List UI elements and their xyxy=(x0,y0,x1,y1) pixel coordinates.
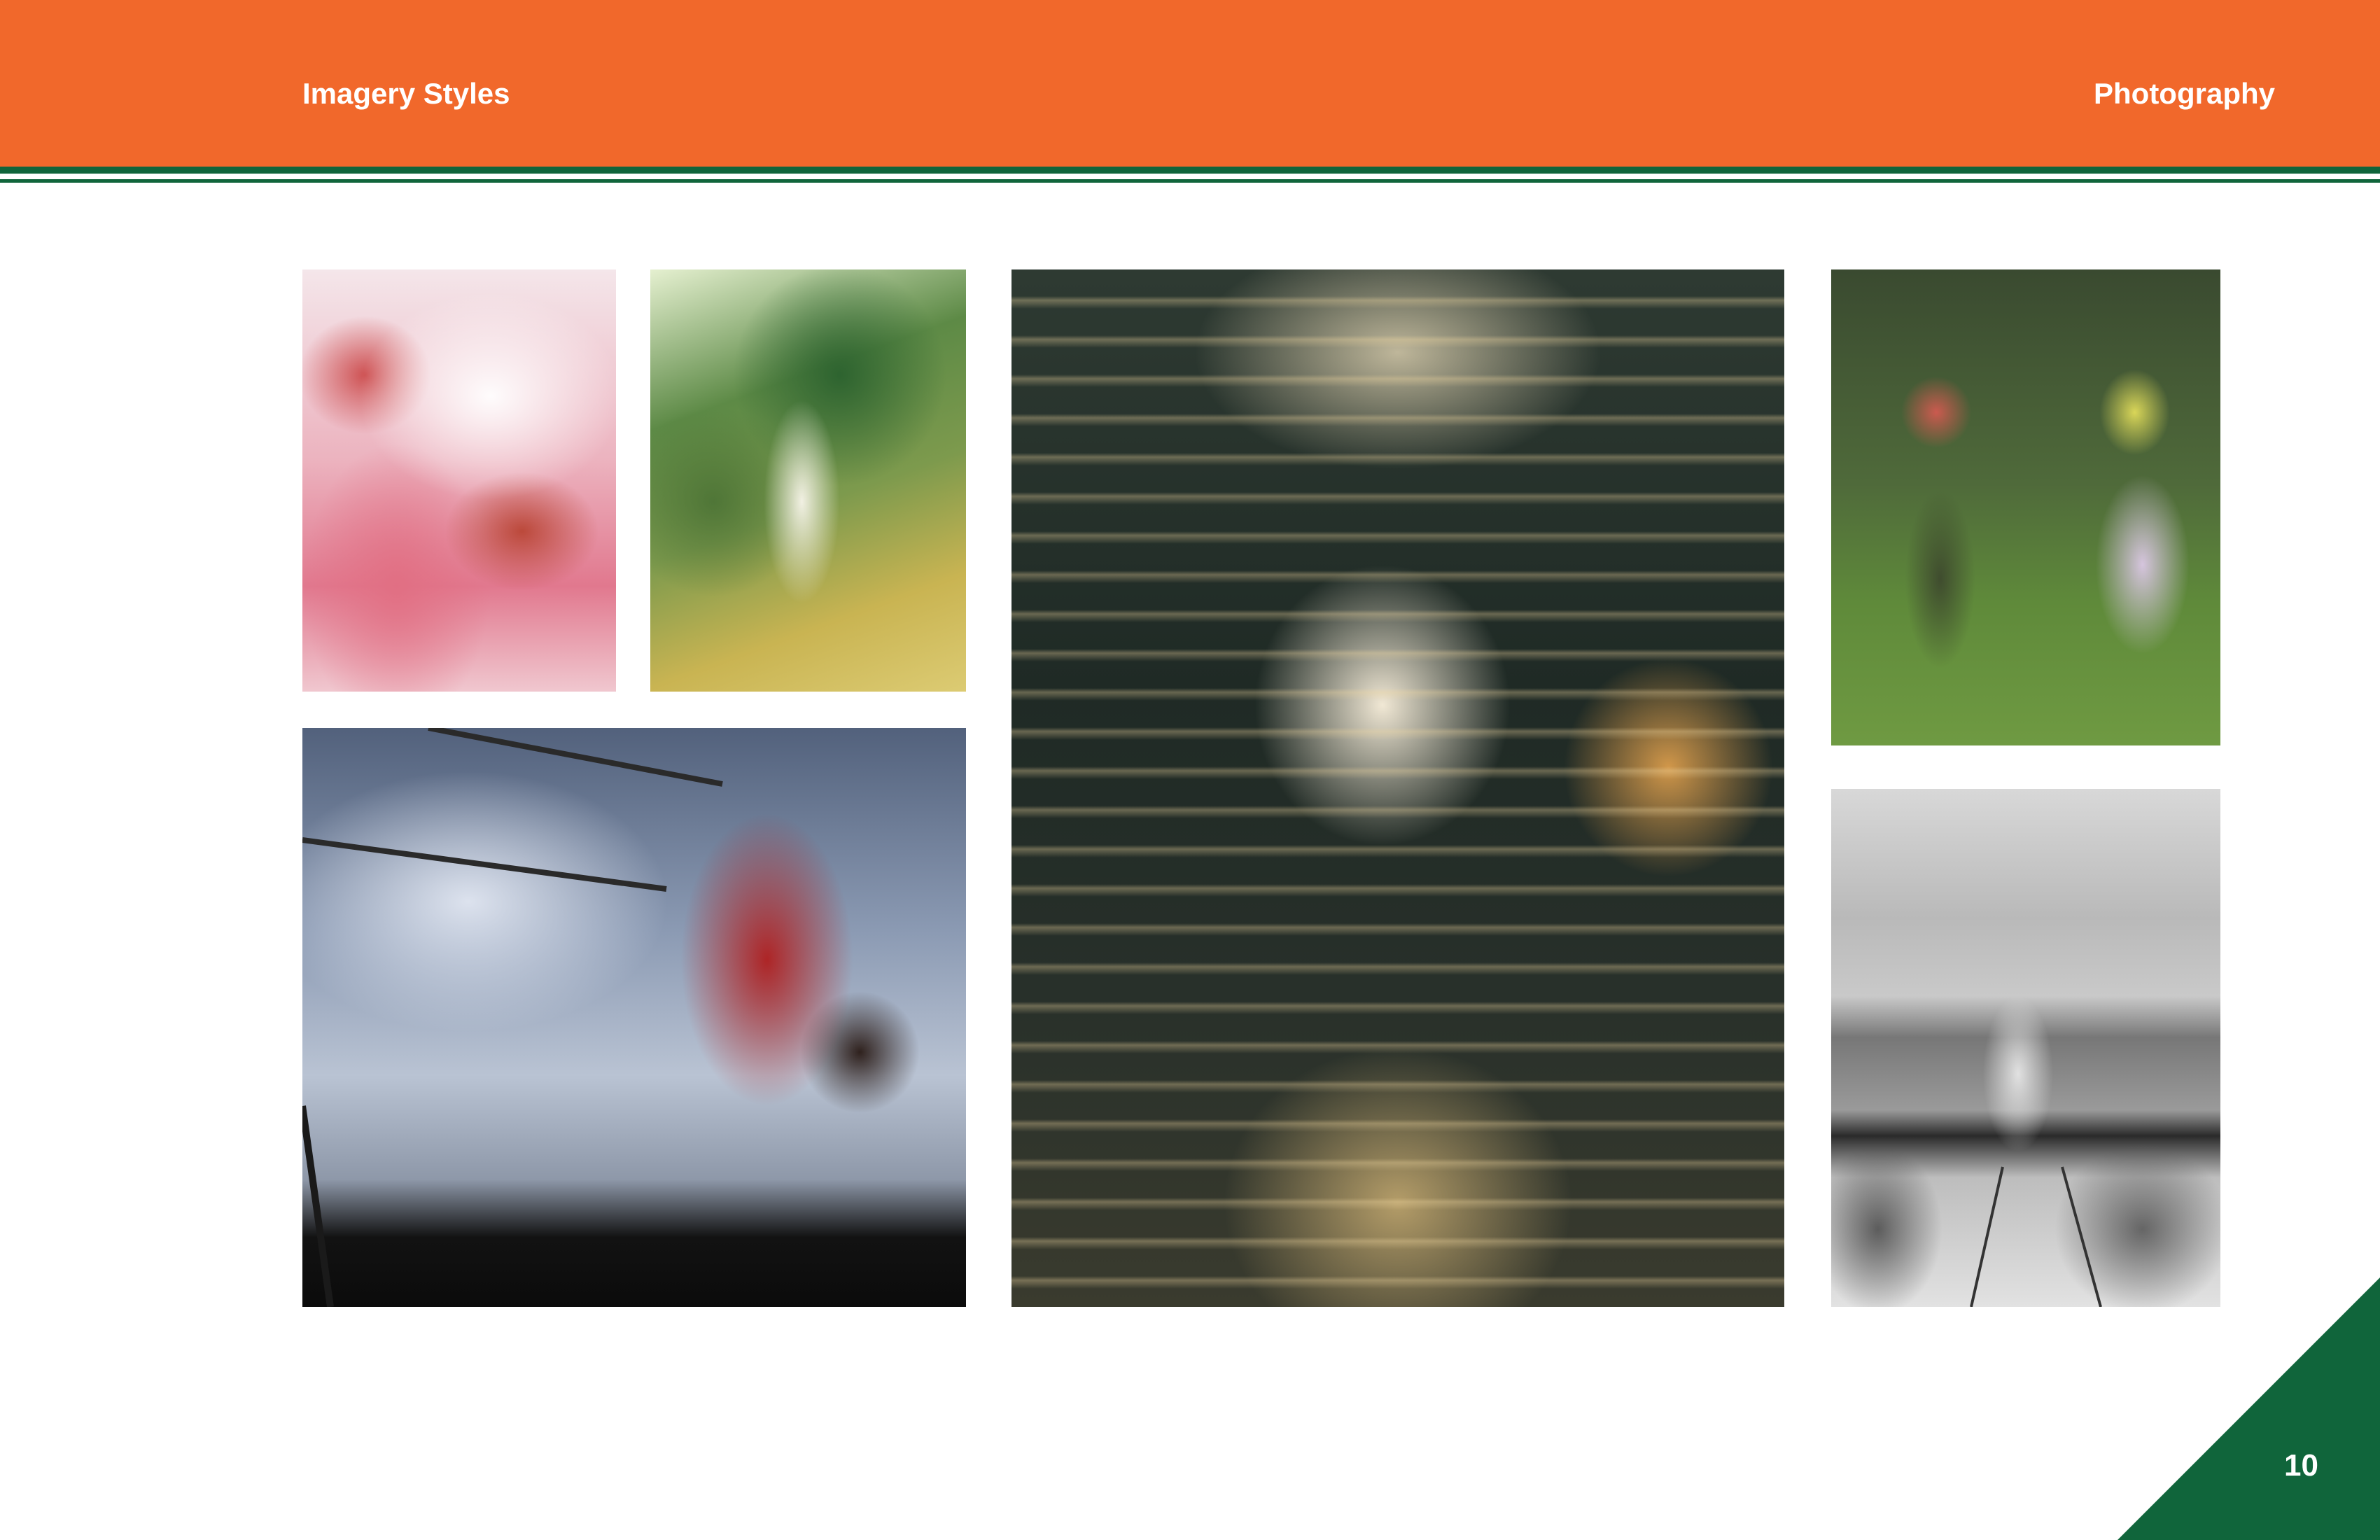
photo-upside-down-swing xyxy=(1831,789,2220,1307)
header-rule-thin xyxy=(0,179,2380,183)
bw-swing-chains-graphic xyxy=(1970,1166,2102,1307)
corner-triangle xyxy=(2118,1278,2380,1540)
photo-blurred-garden xyxy=(650,270,966,692)
photo-girl-on-swing xyxy=(302,728,966,1307)
photo-women-dancing xyxy=(1831,270,2220,746)
section-label: Photography xyxy=(2094,77,2275,110)
page-title: Imagery Styles xyxy=(302,77,510,110)
page-header: Imagery Styles Photography xyxy=(0,0,2380,167)
page-number: 10 xyxy=(2284,1448,2318,1483)
photo-lily-closeup xyxy=(302,270,616,692)
photo-blurred-runners xyxy=(1011,270,1784,1307)
swing-chains-graphic xyxy=(302,728,723,1307)
header-rule-thick xyxy=(0,167,2380,174)
